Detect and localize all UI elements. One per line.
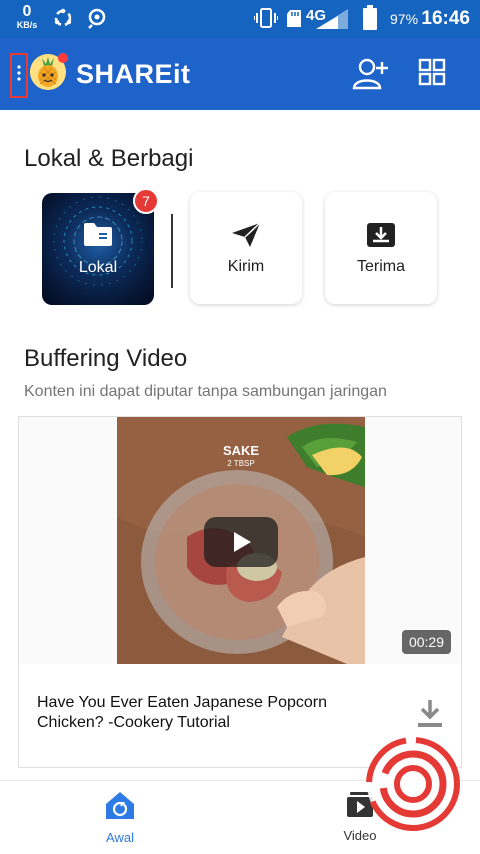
tile-terima-label: Terima xyxy=(356,258,405,275)
app-brand: SHAREit xyxy=(76,59,191,89)
shareit-notify-icon xyxy=(86,7,110,34)
tile-kirim-label: Kirim xyxy=(227,258,265,275)
tile-divider xyxy=(171,214,173,288)
battery-icon xyxy=(362,5,378,36)
network-speed: 0 KB/s xyxy=(12,4,42,30)
grid-menu-button[interactable] xyxy=(418,58,446,91)
video-title[interactable]: Have You Ever Eaten Japanese Popcorn Chi… xyxy=(37,693,377,733)
video-thumbnail[interactable]: SAKE 2 TBSP 00:29 xyxy=(19,417,461,664)
local-section-title: Lokal & Berbagi xyxy=(24,145,194,172)
home-icon xyxy=(103,792,137,825)
sake-overlay-text: SAKE xyxy=(223,443,259,458)
speed-unit: KB/s xyxy=(16,20,38,30)
nav-awal-label: Awal xyxy=(106,830,134,845)
menu-icon xyxy=(17,65,21,86)
video-duration: 00:29 xyxy=(401,630,451,654)
receive-icon xyxy=(366,222,396,253)
add-user-button[interactable] xyxy=(352,56,390,95)
app-bar: SHAREit xyxy=(0,38,480,110)
sdcard-icon xyxy=(286,9,302,33)
video-card[interactable]: SAKE 2 TBSP 00:29 Have You Ever Eaten Ja… xyxy=(18,416,462,768)
vibrate-icon xyxy=(253,8,279,33)
add-user-icon xyxy=(352,58,390,94)
notification-dot xyxy=(58,53,68,63)
watermark-logo xyxy=(364,724,462,849)
sync-icon xyxy=(52,7,74,34)
sake-overlay-subtext: 2 TBSP xyxy=(227,459,254,468)
play-button[interactable] xyxy=(204,517,278,567)
lokal-badge: 7 xyxy=(133,188,159,214)
menu-button[interactable] xyxy=(10,53,28,98)
video-section-subtitle: Konten ini dapat diputar tanpa sambungan… xyxy=(24,383,387,400)
signal-icon xyxy=(314,8,350,35)
tile-kirim[interactable]: Kirim xyxy=(190,192,302,304)
play-icon xyxy=(232,531,252,558)
nav-awal[interactable]: Awal xyxy=(70,789,170,845)
tile-terima[interactable]: Terima xyxy=(325,192,437,304)
video-section-title: Buffering Video xyxy=(24,345,188,372)
battery-percent: 97% xyxy=(390,11,419,27)
tile-lokal-label: Lokal xyxy=(78,259,118,276)
send-icon xyxy=(231,222,261,253)
status-bar: 0 KB/s 4G 97% 16:46 xyxy=(0,0,480,38)
folder-icon xyxy=(83,221,113,252)
speed-value: 0 xyxy=(22,3,32,20)
clock: 16:46 xyxy=(421,8,470,29)
grid-icon xyxy=(418,58,446,90)
